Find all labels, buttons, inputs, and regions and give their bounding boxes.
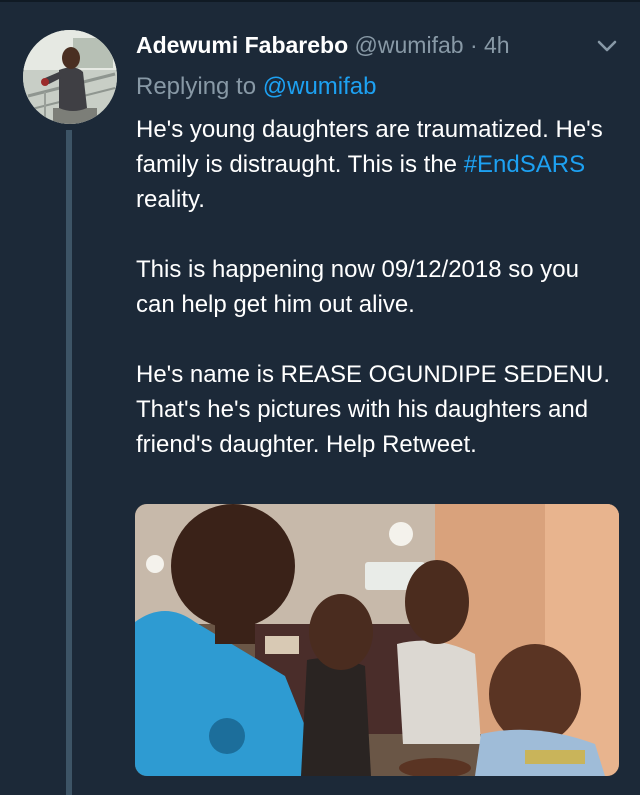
- tweet-photo[interactable]: [135, 504, 619, 776]
- hashtag-link[interactable]: #EndSARS: [464, 151, 585, 178]
- top-divider: [0, 0, 640, 2]
- tweet-text: He's young daughters are traumatized. He…: [136, 112, 616, 497]
- separator-dot: ·: [469, 32, 478, 58]
- author-handle[interactable]: @wumifab: [355, 32, 464, 58]
- paragraph-1-end: reality.: [136, 186, 205, 213]
- avatar[interactable]: [23, 30, 117, 124]
- replying-label: Replying to: [136, 73, 257, 100]
- thread-line: [66, 130, 72, 795]
- photo-content: [135, 504, 619, 776]
- tweet-paragraph-3: He's name is REASE OGUNDIPE SEDENU. That…: [136, 361, 611, 458]
- chevron-down-icon[interactable]: [594, 36, 620, 56]
- tweet-header: Adewumi Fabarebo @wumifab · 4h: [136, 28, 616, 62]
- tweet-time[interactable]: 4h: [484, 32, 510, 58]
- replying-to-mention[interactable]: @wumifab: [263, 73, 377, 100]
- tweet-paragraph-2: This is happening now 09/12/2018 so you …: [136, 256, 579, 318]
- avatar-photo: [23, 30, 117, 124]
- tweet-paragraph-1: He's young daughters are traumatized. He…: [136, 112, 616, 217]
- replying-to-line: Replying to @wumifab: [136, 70, 376, 104]
- author-name[interactable]: Adewumi Fabarebo: [136, 32, 348, 58]
